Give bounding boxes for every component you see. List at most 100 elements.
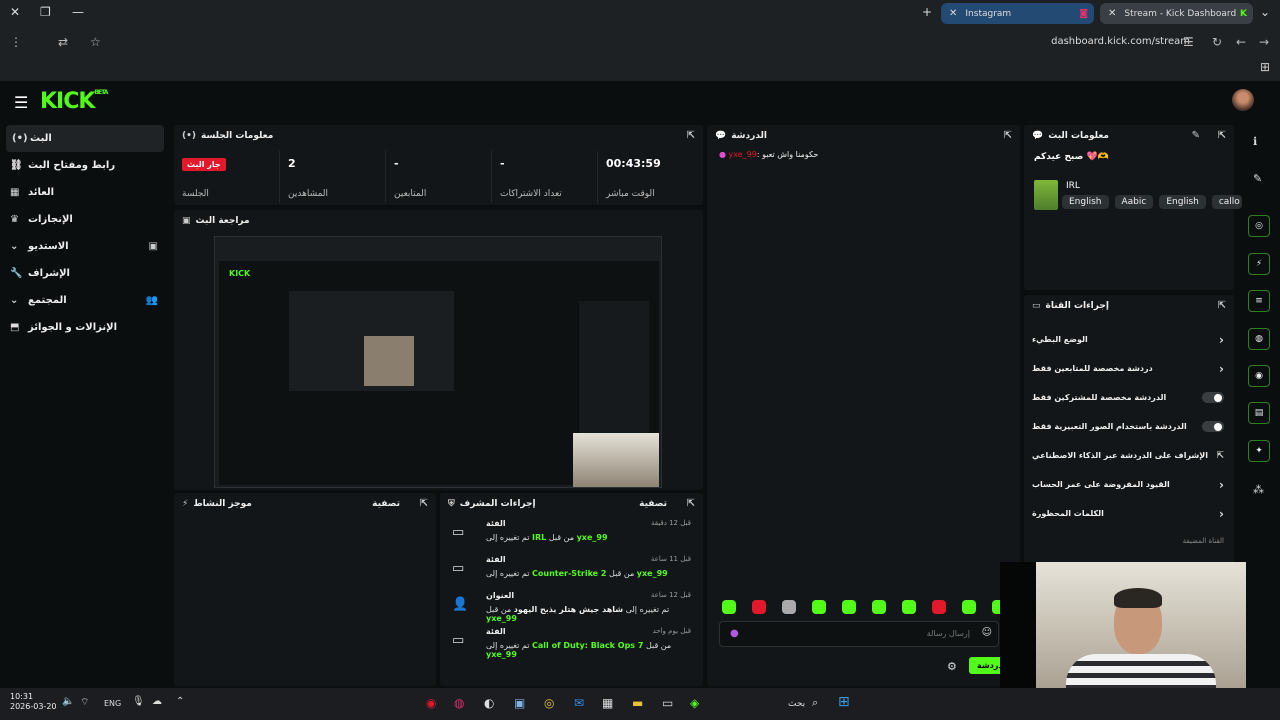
- search-icon[interactable]: ⌕: [812, 696, 818, 710]
- chat-icon[interactable]: ◍: [1248, 328, 1270, 350]
- sidebar-item-moderation[interactable]: 🔧 الإشراف: [0, 260, 170, 287]
- emoji-icon[interactable]: ☺: [982, 627, 992, 638]
- edit-pencil-icon[interactable]: ✎: [1192, 130, 1200, 141]
- expand-icon[interactable]: ⇱: [687, 498, 695, 509]
- setting-subs-only[interactable]: الدردشة مخصصة للمشتركين فقط: [1024, 383, 1234, 412]
- app-icon[interactable]: ◉: [426, 696, 436, 710]
- store-icon[interactable]: ▦: [602, 696, 613, 710]
- app-icon[interactable]: ◐: [484, 696, 494, 710]
- expand-icon[interactable]: ⇱: [1218, 130, 1226, 141]
- mic-icon[interactable]: 🎙: [132, 696, 145, 707]
- tab-list-chevron-icon[interactable]: ⌄: [1260, 5, 1270, 19]
- tune-icon[interactable]: ☰: [1183, 35, 1194, 49]
- emote-icon[interactable]: [872, 600, 886, 614]
- toggle-switch[interactable]: [1202, 392, 1224, 403]
- close-tab-icon[interactable]: ✕: [949, 8, 957, 19]
- sidebar-item-community[interactable]: ⌄ المجتمع 👥: [0, 287, 170, 314]
- emote-icon[interactable]: [752, 600, 766, 614]
- broadcast-icon[interactable]: ◉: [1248, 365, 1270, 387]
- video-icon: ▣: [182, 216, 191, 226]
- chrome-icon[interactable]: ◎: [544, 696, 554, 710]
- folder-icon[interactable]: ▬: [632, 696, 643, 710]
- sidebar-item-revenue[interactable]: ▦ العائد: [0, 179, 170, 206]
- layers-icon[interactable]: ▤: [1248, 402, 1270, 424]
- setting-ai-moderation[interactable]: الإشراف على الدردشة عبر الذكاء الاصطناعي…: [1024, 441, 1234, 470]
- close-window-icon[interactable]: ✕: [10, 5, 20, 19]
- bolt-icon[interactable]: ⚡: [1248, 253, 1270, 275]
- avatar[interactable]: [1232, 89, 1254, 111]
- menu-dots-icon[interactable]: ⋮: [10, 35, 22, 49]
- emote-icon[interactable]: [962, 600, 976, 614]
- site-settings-icon[interactable]: ⇄: [58, 35, 68, 49]
- focus-icon[interactable]: ◎: [1248, 215, 1270, 237]
- filter-button[interactable]: تصفية: [639, 499, 667, 509]
- setting-banned-words[interactable]: الكلمات المحظورة ›: [1024, 499, 1234, 528]
- info-icon[interactable]: ℹ: [1253, 135, 1257, 148]
- expand-icon[interactable]: ⇱: [1218, 300, 1226, 311]
- category-icon: ▭: [452, 525, 465, 540]
- category-icon: ▭: [452, 633, 465, 648]
- emote-icon[interactable]: [932, 600, 946, 614]
- kick-logo[interactable]: KICKBETA: [40, 89, 108, 114]
- setting-followers-only[interactable]: دردشة مخصصة للمتابعين فقط ›: [1024, 354, 1234, 383]
- emote-icon[interactable]: [812, 600, 826, 614]
- community-icon[interactable]: ⁂: [1253, 483, 1264, 496]
- sidebar-item-drops[interactable]: ⬒ الإنزالات و الجوائز: [0, 314, 170, 341]
- emote-icon[interactable]: [842, 600, 856, 614]
- taskbar-search[interactable]: بحث: [788, 699, 805, 709]
- setting-account-age[interactable]: القيود المفروضة على عمر الحساب ›: [1024, 470, 1234, 499]
- nested-kick-logo: KICK: [229, 269, 251, 278]
- back-icon[interactable]: →: [1259, 35, 1269, 49]
- reload-icon[interactable]: ↻: [1212, 35, 1222, 49]
- taskbar: 10:31 2026-03-20 🔈 ⌔ ENG 🎙 ☁ ⌃ ◉ ◍ ◐ ▣ ◎ …: [0, 688, 1280, 720]
- close-tab-icon[interactable]: ✕: [1108, 8, 1116, 19]
- mic-icon[interactable]: ●: [730, 628, 739, 639]
- stream-preview-video[interactable]: KICK: [214, 236, 662, 488]
- emote-icon[interactable]: [782, 600, 796, 614]
- url-field[interactable]: dashboard.kick.com/stream: [1051, 36, 1190, 47]
- tab-kick-dashboard[interactable]: ✕ Stream - Kick Dashboard K: [1100, 3, 1253, 24]
- chat-input[interactable]: ● إرسال رسالة ☺: [719, 621, 999, 647]
- list-icon[interactable]: ≡: [1248, 290, 1270, 312]
- app-icon[interactable]: ▣: [514, 696, 525, 710]
- chevron-right-icon: ›: [1219, 332, 1224, 347]
- forward-icon[interactable]: ←: [1236, 35, 1246, 49]
- restore-window-icon[interactable]: ❐: [40, 5, 51, 19]
- chevron-up-icon[interactable]: ⌃: [176, 696, 184, 707]
- sidebar-item-stream[interactable]: (•) البث: [6, 125, 164, 152]
- apps-grid-icon[interactable]: ⊞: [1260, 60, 1270, 74]
- wrench-icon[interactable]: ✦: [1248, 440, 1270, 462]
- sidebar-item-achievements[interactable]: ♛ الإنجازات: [0, 206, 170, 233]
- emote-icon[interactable]: [722, 600, 736, 614]
- bookmark-star-icon[interactable]: ☆: [90, 35, 101, 49]
- chat-username[interactable]: yxe_99: [729, 150, 757, 159]
- windows-start-icon[interactable]: ⊞: [838, 694, 850, 710]
- app-icon[interactable]: ◍: [454, 696, 464, 710]
- expand-icon[interactable]: ⇱: [1004, 130, 1012, 141]
- emote-icon[interactable]: [902, 600, 916, 614]
- new-tab-icon[interactable]: +: [922, 5, 932, 19]
- minimize-window-icon[interactable]: —: [72, 5, 84, 19]
- wifi-icon[interactable]: ⌔: [80, 696, 89, 709]
- outlook-icon[interactable]: ✉: [574, 696, 584, 710]
- toggle-switch[interactable]: [1202, 421, 1224, 432]
- clock[interactable]: 10:31 2026-03-20: [10, 692, 57, 712]
- tab-instagram[interactable]: ✕ Instagram ◙: [941, 3, 1094, 24]
- gift-icon: ⬒: [10, 322, 20, 333]
- setting-emote-only[interactable]: الدردشة باستخدام الصور التعبيرية فقط: [1024, 412, 1234, 441]
- volume-icon[interactable]: 🔈: [62, 696, 74, 707]
- nested-dashboard-capture: KICK: [219, 261, 659, 487]
- app-icon[interactable]: ▭: [662, 696, 673, 710]
- expand-icon[interactable]: ⇱: [420, 498, 428, 509]
- settings-gear-icon[interactable]: ⚙: [947, 660, 957, 673]
- filter-button[interactable]: تصفية: [372, 499, 400, 509]
- pencil-icon[interactable]: ✎: [1253, 172, 1262, 185]
- language-indicator[interactable]: ENG: [104, 699, 121, 708]
- setting-slow-mode[interactable]: الوضع البطيء ›: [1024, 325, 1234, 354]
- expand-icon[interactable]: ⇱: [687, 130, 695, 141]
- hamburger-menu-icon[interactable]: ☰: [14, 93, 28, 112]
- sidebar-item-studio[interactable]: ⌄ الاستديو ▣: [0, 233, 170, 260]
- cloud-icon[interactable]: ☁: [152, 696, 162, 707]
- app-icon[interactable]: ◈: [690, 696, 699, 710]
- sidebar-item-stream-key[interactable]: ⛓ رابط ومفتاح البث: [0, 152, 170, 179]
